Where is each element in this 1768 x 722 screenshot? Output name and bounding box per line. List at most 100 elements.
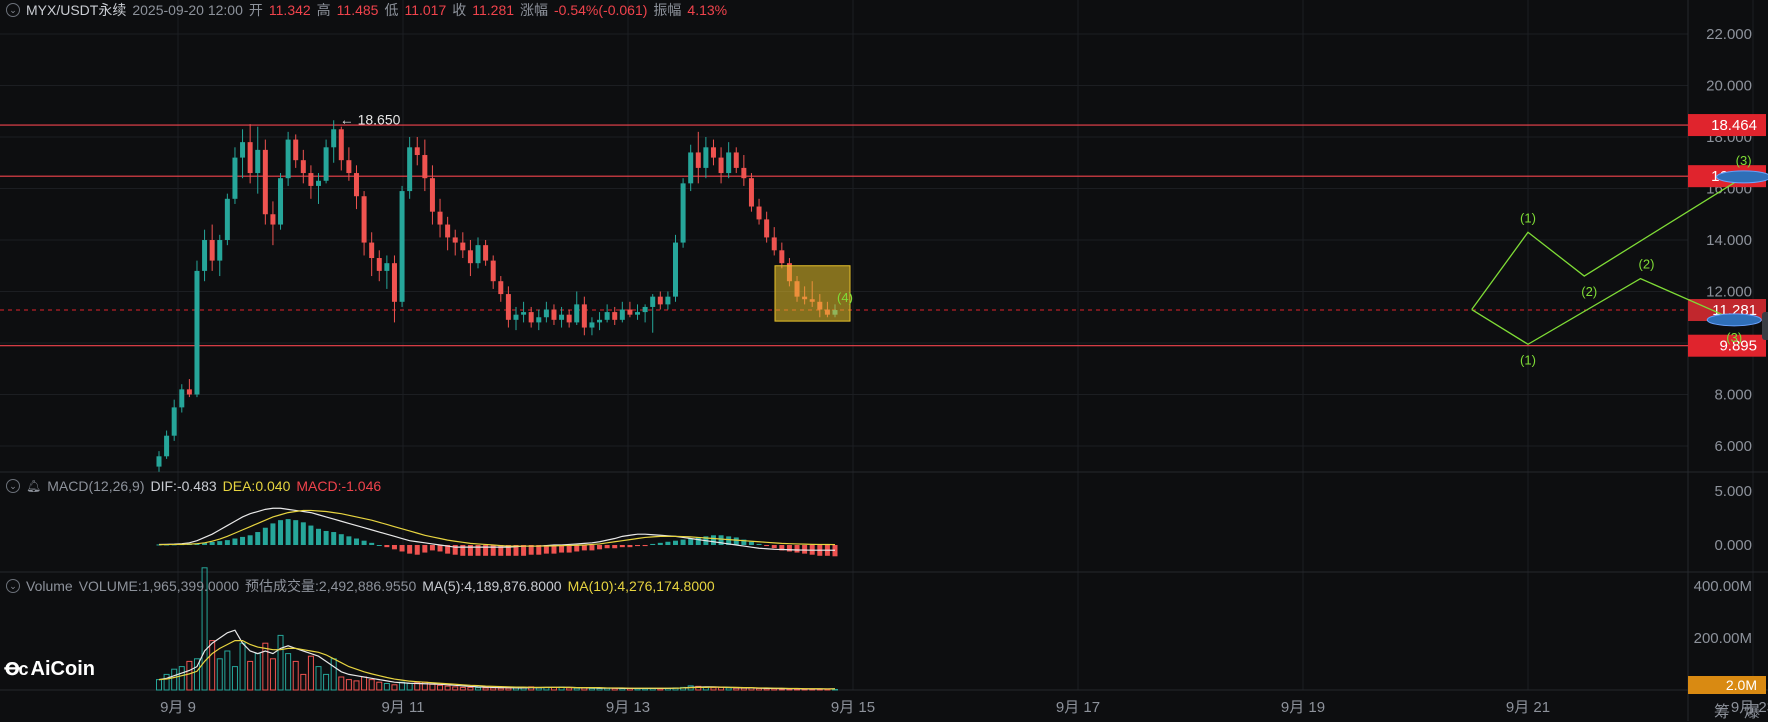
wave-label: (1) [1520, 352, 1536, 367]
volume-header: ⌄ Volume VOLUME:1,965,399.0000 预估成交量:2,4… [6, 577, 715, 595]
candle-body [528, 312, 534, 323]
volume-bar [588, 687, 595, 691]
low-label: 低 [384, 2, 399, 18]
volume-bar [467, 686, 474, 691]
candle-body [361, 196, 367, 243]
volume-bar [429, 683, 436, 691]
chevron-down-icon[interactable]: ⌄ [6, 479, 20, 493]
y-tick-label: 14.000 [1706, 232, 1752, 249]
volume-bar [330, 658, 337, 691]
price-header: ⌄ MYX/USDT永续 2025-09-20 12:00 开 11.342 高1… [6, 1, 727, 19]
volume-bar [323, 673, 330, 691]
candle-body [308, 173, 314, 186]
candle-body [566, 314, 572, 323]
macd-histogram-bar [642, 545, 648, 547]
volume-ma5: MA(5):4,189,876.8000 [422, 578, 562, 594]
panel-collapse-handle[interactable] [1762, 312, 1768, 340]
macd-histogram-bar [786, 545, 792, 552]
volume-bar [482, 687, 489, 691]
candle-body [224, 198, 230, 240]
candle-body [733, 152, 739, 168]
candle-body [513, 314, 519, 320]
macd-histogram-bar [391, 545, 397, 550]
volume-bar [345, 679, 352, 691]
candle-body [635, 312, 641, 315]
volume-bar [444, 685, 451, 691]
chevron-down-icon[interactable]: ⌄ [6, 3, 20, 17]
macd-histogram-bar [300, 522, 306, 545]
y-tick-label: 20.000 [1706, 78, 1752, 95]
macd-name[interactable]: MACD(12,26,9) [47, 478, 144, 494]
candle-body [171, 407, 177, 436]
macd-histogram-bar [247, 535, 253, 545]
macd-dea-line [158, 509, 836, 547]
wave-label: (2) [1639, 257, 1655, 272]
volume-y-tick: 400.00M [1694, 578, 1752, 595]
symbol-label[interactable]: MYX/USDT永续 [26, 0, 126, 20]
x-tick-label: 9月 21 [1506, 699, 1550, 716]
volume-bar [490, 687, 497, 691]
candle-body [209, 240, 215, 261]
macd-histogram-bar [232, 538, 238, 545]
macd-histogram-bar [566, 545, 572, 553]
candle-body [353, 173, 359, 197]
volume-bar [178, 666, 185, 691]
wave-projection-path [1471, 176, 1744, 310]
volume-y-tick: 200.00M [1694, 630, 1752, 647]
macd-histogram-bar [665, 541, 671, 545]
volume-bar [231, 666, 238, 691]
chevron-down-icon[interactable]: ⌄ [6, 579, 20, 593]
candle-body [779, 250, 785, 264]
bottom-right-toolbar: 筹 爆 [1714, 698, 1760, 722]
candle-body [217, 240, 223, 261]
macd-y-tick: 0.000 [1714, 537, 1752, 554]
candle-body [672, 242, 678, 297]
macd-histogram-bar [802, 545, 808, 554]
candle-body [475, 245, 481, 264]
open-label: 开 [248, 2, 263, 18]
target-ellipse [1716, 170, 1768, 184]
macd-histogram-bar [217, 541, 223, 545]
low-value: 11.017 [404, 2, 447, 18]
candle-body [452, 237, 458, 243]
candle-body [262, 149, 268, 215]
macd-histogram-bar [612, 545, 618, 549]
volume-name[interactable]: Volume [26, 578, 73, 594]
candle-body [232, 157, 238, 199]
bell-icon[interactable]: 🔔︎ [26, 479, 41, 493]
candle-body [293, 139, 299, 161]
candle-body [551, 309, 557, 320]
candle-body [604, 312, 610, 320]
candle-body [574, 304, 580, 323]
macd-value: MACD:-1.046 [296, 478, 382, 494]
candle-body [741, 167, 747, 179]
liquidation-button[interactable]: 爆 [1744, 698, 1760, 722]
candle-body [748, 178, 754, 207]
trading-chart[interactable]: 22.00020.00018.00016.00014.00012.0008.00… [0, 0, 1768, 721]
close-value: 11.281 [472, 2, 515, 18]
candle-body [756, 206, 762, 220]
volume-bar [566, 687, 573, 691]
x-tick-label: 9月 13 [606, 699, 650, 716]
macd-histogram-bar [293, 520, 299, 545]
wave-label: (3) [1726, 330, 1742, 345]
macd-histogram-bar [240, 536, 246, 545]
macd-histogram-bar [323, 530, 329, 545]
volume-bar [383, 683, 390, 691]
candle-body [612, 312, 618, 320]
volume-bar [391, 684, 398, 691]
candle-body [657, 296, 663, 305]
volume-bar [437, 684, 444, 691]
volume-bar [262, 642, 269, 691]
chip-distribution-button[interactable]: 筹 [1714, 698, 1730, 722]
amplitude-value: 4.13% [687, 2, 728, 18]
macd-histogram-bar [657, 542, 663, 545]
y-tick-label: 12.000 [1706, 284, 1752, 301]
candle-body [619, 309, 625, 320]
macd-histogram-bar [399, 545, 405, 552]
macd-histogram-bar [589, 545, 595, 551]
macd-histogram-bar [209, 541, 215, 545]
macd-histogram-bar [733, 537, 739, 545]
macd-histogram-bar [346, 536, 352, 545]
candle-body [285, 139, 291, 179]
